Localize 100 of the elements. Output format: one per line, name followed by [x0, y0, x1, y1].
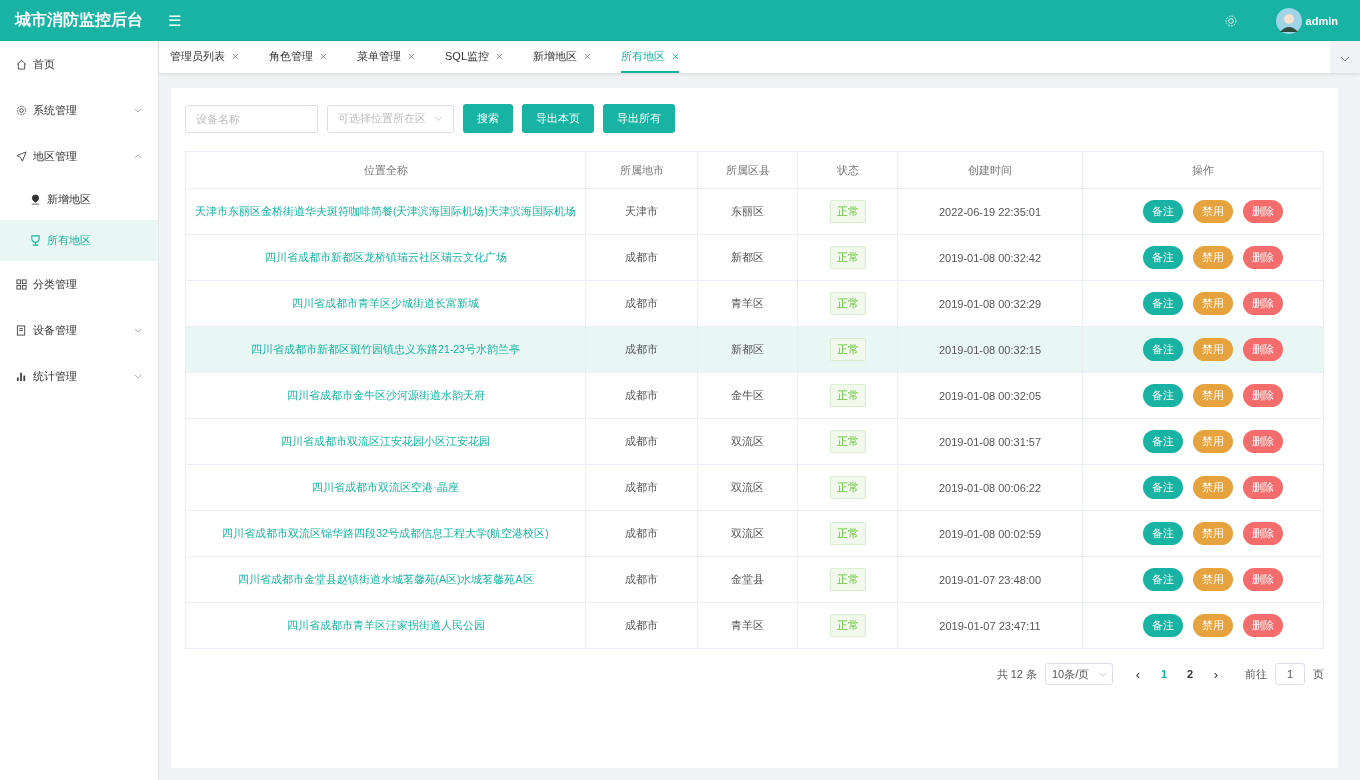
chevron-icon — [1340, 55, 1350, 62]
tab[interactable]: 菜单管理 — [357, 41, 431, 73]
doc-icon — [16, 324, 27, 336]
act-delete-button[interactable]: 删除 — [1243, 200, 1283, 223]
act-note-button[interactable]: 备注 — [1143, 614, 1183, 637]
column-header: 位置全称 — [185, 151, 586, 189]
act-disable-button[interactable]: 禁用 — [1193, 338, 1233, 361]
act-disable-button[interactable]: 禁用 — [1193, 246, 1233, 269]
device-name-field[interactable]: 设备名称 — [185, 104, 318, 133]
act-disable-button[interactable]: 禁用 — [1193, 614, 1233, 637]
page-input[interactable]: 1 — [1275, 663, 1305, 685]
tab[interactable]: 管理员列表 — [170, 41, 255, 73]
sidebar-item[interactable]: 首页 — [0, 41, 158, 87]
toolbar-button[interactable]: 导出本页 — [522, 104, 594, 133]
sidebar-item[interactable]: 设备管理 — [0, 307, 158, 353]
sidebar-item[interactable]: 地区管理 — [0, 133, 158, 179]
act-delete-button[interactable]: 删除 — [1243, 568, 1283, 591]
page-number[interactable]: 2 — [1181, 668, 1199, 680]
table-cell: 四川省成都市青羊区汪家拐街道人民公园 — [185, 602, 586, 649]
table-cell: 2019-01-07 23:48:00 — [897, 556, 1083, 603]
close-icon[interactable] — [496, 52, 503, 60]
page-number[interactable]: 1 — [1155, 668, 1173, 680]
home-icon — [16, 58, 27, 70]
table-cell: 金堂县 — [697, 556, 798, 603]
close-icon[interactable] — [408, 52, 415, 60]
sidebar-label: 首页 — [33, 56, 55, 72]
sidebar-subitem[interactable]: 所有地区 — [0, 220, 158, 261]
table-cell: 成都市 — [585, 234, 698, 281]
table-cell: 青羊区 — [697, 602, 798, 649]
status-tag: 正常 — [829, 430, 866, 453]
sidebar-item[interactable]: 统计管理 — [0, 353, 158, 399]
cup-icon — [30, 235, 41, 246]
act-note-button[interactable]: 备注 — [1143, 338, 1183, 361]
act-disable-button[interactable]: 禁用 — [1193, 476, 1233, 499]
table-cell: 2022-06-19 22:35:01 — [897, 188, 1083, 235]
act-note-button[interactable]: 备注 — [1143, 246, 1183, 269]
act-note-button[interactable]: 备注 — [1143, 384, 1183, 407]
table-cell: 四川省成都市双流区江安花园小区江安花园 — [185, 418, 586, 465]
act-delete-button[interactable]: 删除 — [1243, 292, 1283, 315]
close-icon[interactable] — [320, 52, 327, 60]
table-cell: 新都区 — [697, 234, 798, 281]
avatar-icon[interactable] — [1275, 7, 1302, 34]
sidebar-subitem[interactable]: 新增地区 — [0, 179, 158, 220]
table-cell: 成都市 — [585, 372, 698, 419]
toolbar-button[interactable]: 搜索 — [463, 104, 513, 133]
act-note-button[interactable]: 备注 — [1143, 476, 1183, 499]
table-cell: 东丽区 — [697, 188, 798, 235]
act-delete-button[interactable]: 删除 — [1243, 522, 1283, 545]
column-header: 创建时间 — [897, 151, 1083, 189]
table-cell: 2019-01-08 00:31:57 — [897, 418, 1083, 465]
table-cell: 成都市 — [585, 602, 698, 649]
tab[interactable]: SQL监控 — [445, 41, 519, 73]
table-cell: 成都市 — [585, 280, 698, 327]
status-tag: 正常 — [829, 614, 866, 637]
sidebar-item[interactable]: 系统管理 — [0, 87, 158, 133]
act-disable-button[interactable]: 禁用 — [1193, 522, 1233, 545]
close-icon[interactable] — [232, 52, 239, 60]
tab[interactable]: 所有地区 — [621, 41, 679, 73]
settings-icon[interactable] — [1223, 13, 1238, 28]
table-cell: 新都区 — [697, 326, 798, 373]
act-disable-button[interactable]: 禁用 — [1193, 200, 1233, 223]
chevron-icon — [434, 116, 443, 121]
act-disable-button[interactable]: 禁用 — [1193, 568, 1233, 591]
toolbar-button[interactable]: 导出所有 — [603, 104, 675, 133]
act-note-button[interactable]: 备注 — [1143, 292, 1183, 315]
status-tag: 正常 — [829, 246, 866, 269]
act-delete-button[interactable]: 删除 — [1243, 476, 1283, 499]
table-cell: 2019-01-08 00:06:22 — [897, 464, 1083, 511]
table-cell: 成都市 — [585, 326, 698, 373]
user-name[interactable]: admin — [1305, 14, 1338, 27]
close-icon[interactable] — [672, 52, 679, 60]
act-note-button[interactable]: 备注 — [1143, 430, 1183, 453]
act-disable-button[interactable]: 禁用 — [1193, 384, 1233, 407]
grid-icon — [16, 278, 27, 290]
page-size-select[interactable]: 10条/页 — [1045, 663, 1113, 685]
menu-button[interactable]: ☰ — [164, 11, 185, 30]
act-disable-button[interactable]: 禁用 — [1193, 430, 1233, 453]
prev-page-button[interactable]: ‹ — [1129, 666, 1147, 682]
status-tag: 正常 — [829, 476, 866, 499]
status-tag: 正常 — [829, 568, 866, 591]
act-note-button[interactable]: 备注 — [1143, 522, 1183, 545]
act-delete-button[interactable]: 删除 — [1243, 614, 1283, 637]
sidebar-label: 所有地区 — [47, 233, 91, 248]
bars-icon — [16, 370, 27, 382]
act-note-button[interactable]: 备注 — [1143, 200, 1183, 223]
next-page-button[interactable]: › — [1207, 666, 1225, 682]
table-cell: 2019-01-08 00:32:15 — [897, 326, 1083, 373]
table-cell: 2019-01-08 00:32:05 — [897, 372, 1083, 419]
sidebar-item[interactable]: 分类管理 — [0, 261, 158, 307]
act-delete-button[interactable]: 删除 — [1243, 338, 1283, 361]
table-cell: 2019-01-08 00:32:29 — [897, 280, 1083, 327]
act-delete-button[interactable]: 删除 — [1243, 246, 1283, 269]
act-delete-button[interactable]: 删除 — [1243, 384, 1283, 407]
act-disable-button[interactable]: 禁用 — [1193, 292, 1233, 315]
page-suffix: 页 — [1313, 666, 1324, 682]
close-icon[interactable] — [584, 52, 591, 60]
act-note-button[interactable]: 备注 — [1143, 568, 1183, 591]
tab[interactable]: 新增地区 — [533, 41, 607, 73]
act-delete-button[interactable]: 删除 — [1243, 430, 1283, 453]
tab[interactable]: 角色管理 — [269, 41, 343, 73]
